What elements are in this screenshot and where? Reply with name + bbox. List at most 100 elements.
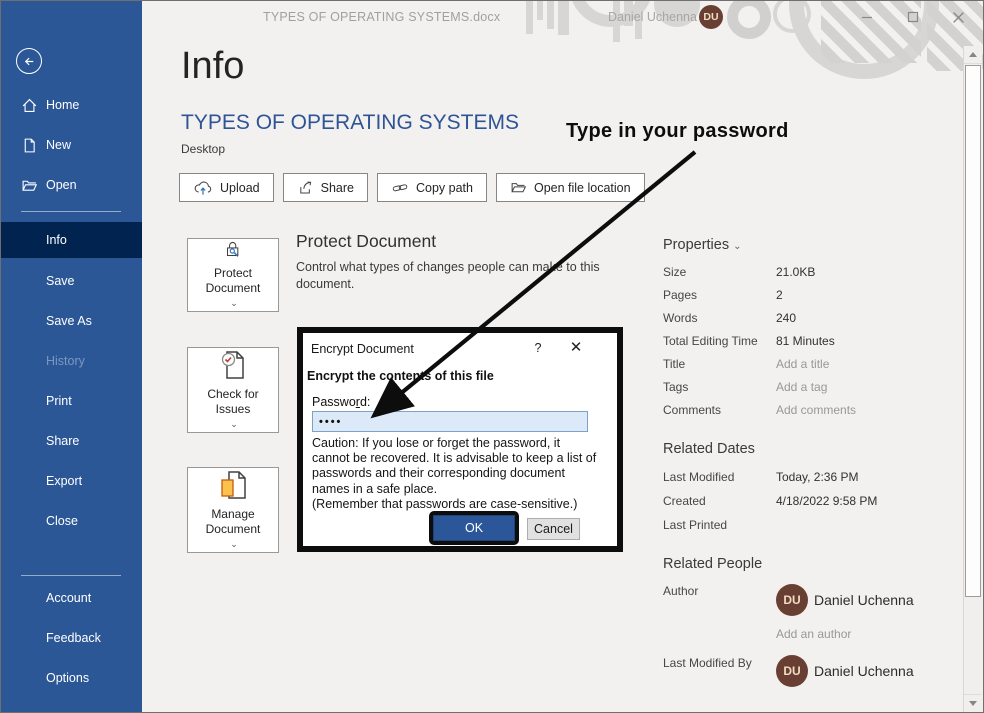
- ok-button-highlight: OK: [429, 511, 519, 545]
- card-label: Check for Issues: [198, 387, 268, 417]
- check-for-issues-button[interactable]: Check for Issues⌄: [187, 347, 279, 433]
- property-row-pages: Pages2: [663, 283, 783, 306]
- sidebar-item-label: New: [46, 138, 71, 152]
- password-input[interactable]: ••••: [312, 411, 588, 432]
- related-people-header: Related People: [663, 556, 762, 572]
- scroll-down-icon: [969, 701, 977, 706]
- backstage-sidebar: Home New Open Info Save Save As History …: [1, 1, 142, 712]
- minimize-button[interactable]: [850, 1, 884, 33]
- document-title: TYPES OF OPERATING SYSTEMS: [181, 111, 519, 135]
- link-icon: [391, 180, 409, 196]
- scrollbar[interactable]: [963, 46, 982, 712]
- back-button[interactable]: [16, 48, 42, 74]
- add-title-field[interactable]: Add a title: [776, 357, 829, 371]
- chevron-down-icon: ⌄: [733, 241, 741, 252]
- share-button[interactable]: Share: [283, 173, 368, 202]
- annotation-text: Type in your password: [566, 120, 789, 143]
- scroll-up-button[interactable]: [964, 46, 982, 64]
- folder-icon: [510, 179, 527, 196]
- sidebar-item-close[interactable]: Close: [1, 503, 142, 539]
- date-row-last-printed: Last Printed: [663, 513, 776, 536]
- property-row-editing-time: Total Editing Time81 Minutes: [663, 329, 835, 352]
- author-name[interactable]: Daniel Uchenna: [814, 592, 914, 608]
- sidebar-divider: [21, 575, 121, 576]
- close-button[interactable]: [941, 1, 975, 33]
- property-row-tags: TagsAdd a tag: [663, 375, 827, 398]
- protect-document-heading: Protect Document: [296, 231, 436, 252]
- sidebar-item-account[interactable]: Account: [1, 580, 142, 616]
- sidebar-item-save[interactable]: Save: [1, 263, 142, 299]
- author-avatar[interactable]: DU: [776, 584, 808, 616]
- chevron-down-icon: ⌄: [230, 537, 238, 552]
- last-modified-by-label: Last Modified By: [663, 651, 776, 674]
- dialog-help-button[interactable]: ?: [529, 341, 547, 355]
- sidebar-item-info[interactable]: Info: [1, 222, 142, 258]
- sidebar-item-export[interactable]: Export: [1, 463, 142, 499]
- page-title: Info: [181, 45, 244, 88]
- scrollbar-thumb[interactable]: [965, 65, 981, 597]
- open-folder-icon: [21, 177, 38, 194]
- sidebar-item-print[interactable]: Print: [1, 383, 142, 419]
- copy-path-button[interactable]: Copy path: [377, 173, 487, 202]
- upload-button[interactable]: Upload: [179, 173, 274, 202]
- property-row-title: TitleAdd a title: [663, 352, 829, 375]
- caution-text: Caution: If you lose or forget the passw…: [312, 436, 607, 512]
- sidebar-item-open[interactable]: Open: [1, 165, 142, 205]
- modified-by-avatar[interactable]: DU: [776, 655, 808, 687]
- minimize-icon: [861, 11, 873, 23]
- chevron-down-icon: ⌄: [230, 296, 238, 311]
- user-avatar[interactable]: DU: [699, 5, 723, 29]
- property-row-words: Words240: [663, 306, 796, 329]
- dialog-heading: Encrypt the contents of this file: [307, 369, 494, 383]
- encrypt-document-dialog: Encrypt Document ? ✕ Encrypt the content…: [297, 327, 623, 552]
- sidebar-item-feedback[interactable]: Feedback: [1, 620, 142, 656]
- sidebar-divider: [21, 211, 121, 212]
- maximize-icon: [907, 11, 919, 23]
- share-icon: [297, 179, 314, 196]
- properties-header[interactable]: Properties⌄: [663, 237, 741, 253]
- document-toolbar: Upload Share Copy path Open file locatio…: [179, 173, 645, 202]
- protect-document-button[interactable]: Protect Document⌄: [187, 238, 279, 312]
- upload-cloud-icon: [193, 180, 213, 196]
- sidebar-item-options[interactable]: Options: [1, 660, 142, 696]
- scroll-down-button[interactable]: [964, 694, 982, 712]
- add-author-field[interactable]: Add an author: [776, 627, 851, 641]
- card-label: Protect Document: [198, 266, 268, 296]
- password-label: Password:: [312, 395, 370, 409]
- dialog-close-button[interactable]: ✕: [565, 338, 587, 356]
- sidebar-item-save-as[interactable]: Save As: [1, 303, 142, 339]
- add-tag-field[interactable]: Add a tag: [776, 380, 827, 394]
- back-icon: [22, 54, 37, 69]
- ok-button[interactable]: OK: [433, 515, 515, 541]
- sidebar-item-label: Open: [46, 178, 77, 192]
- sidebar-item-new[interactable]: New: [1, 125, 142, 165]
- manage-document-button[interactable]: Manage Document⌄: [187, 467, 279, 553]
- maximize-button[interactable]: [896, 1, 930, 33]
- date-row-created: Created4/18/2022 9:58 PM: [663, 489, 877, 512]
- user-name[interactable]: Daniel Uchenna: [608, 10, 697, 24]
- sidebar-item-home[interactable]: Home: [1, 85, 142, 125]
- dialog-title: Encrypt Document: [311, 342, 414, 356]
- add-comments-field[interactable]: Add comments: [776, 403, 856, 417]
- protect-document-description: Control what types of changes people can…: [296, 259, 636, 293]
- card-label: Manage Document: [197, 507, 269, 537]
- modified-by-name[interactable]: Daniel Uchenna: [814, 663, 914, 679]
- chevron-down-icon: ⌄: [230, 417, 238, 432]
- sidebar-item-share[interactable]: Share: [1, 423, 142, 459]
- titlebar: TYPES OF OPERATING SYSTEMS.docx Daniel U…: [1, 1, 984, 34]
- document-location: Desktop: [181, 142, 225, 156]
- word-backstage-window: TYPES OF OPERATING SYSTEMS.docx Daniel U…: [0, 0, 984, 713]
- window-title: TYPES OF OPERATING SYSTEMS.docx: [263, 10, 500, 24]
- open-file-location-button[interactable]: Open file location: [496, 173, 645, 202]
- date-row-last-modified: Last ModifiedToday, 2:36 PM: [663, 465, 859, 488]
- cancel-button[interactable]: Cancel: [527, 518, 580, 540]
- new-document-icon: [21, 137, 38, 154]
- home-icon: [21, 97, 38, 114]
- manage-document-icon: [216, 468, 250, 502]
- scroll-up-icon: [969, 52, 977, 57]
- sidebar-item-label: Home: [46, 98, 79, 112]
- close-icon: [952, 11, 965, 24]
- protect-document-icon: [217, 239, 249, 261]
- property-row-comments: CommentsAdd comments: [663, 398, 856, 421]
- author-label: Author: [663, 579, 776, 602]
